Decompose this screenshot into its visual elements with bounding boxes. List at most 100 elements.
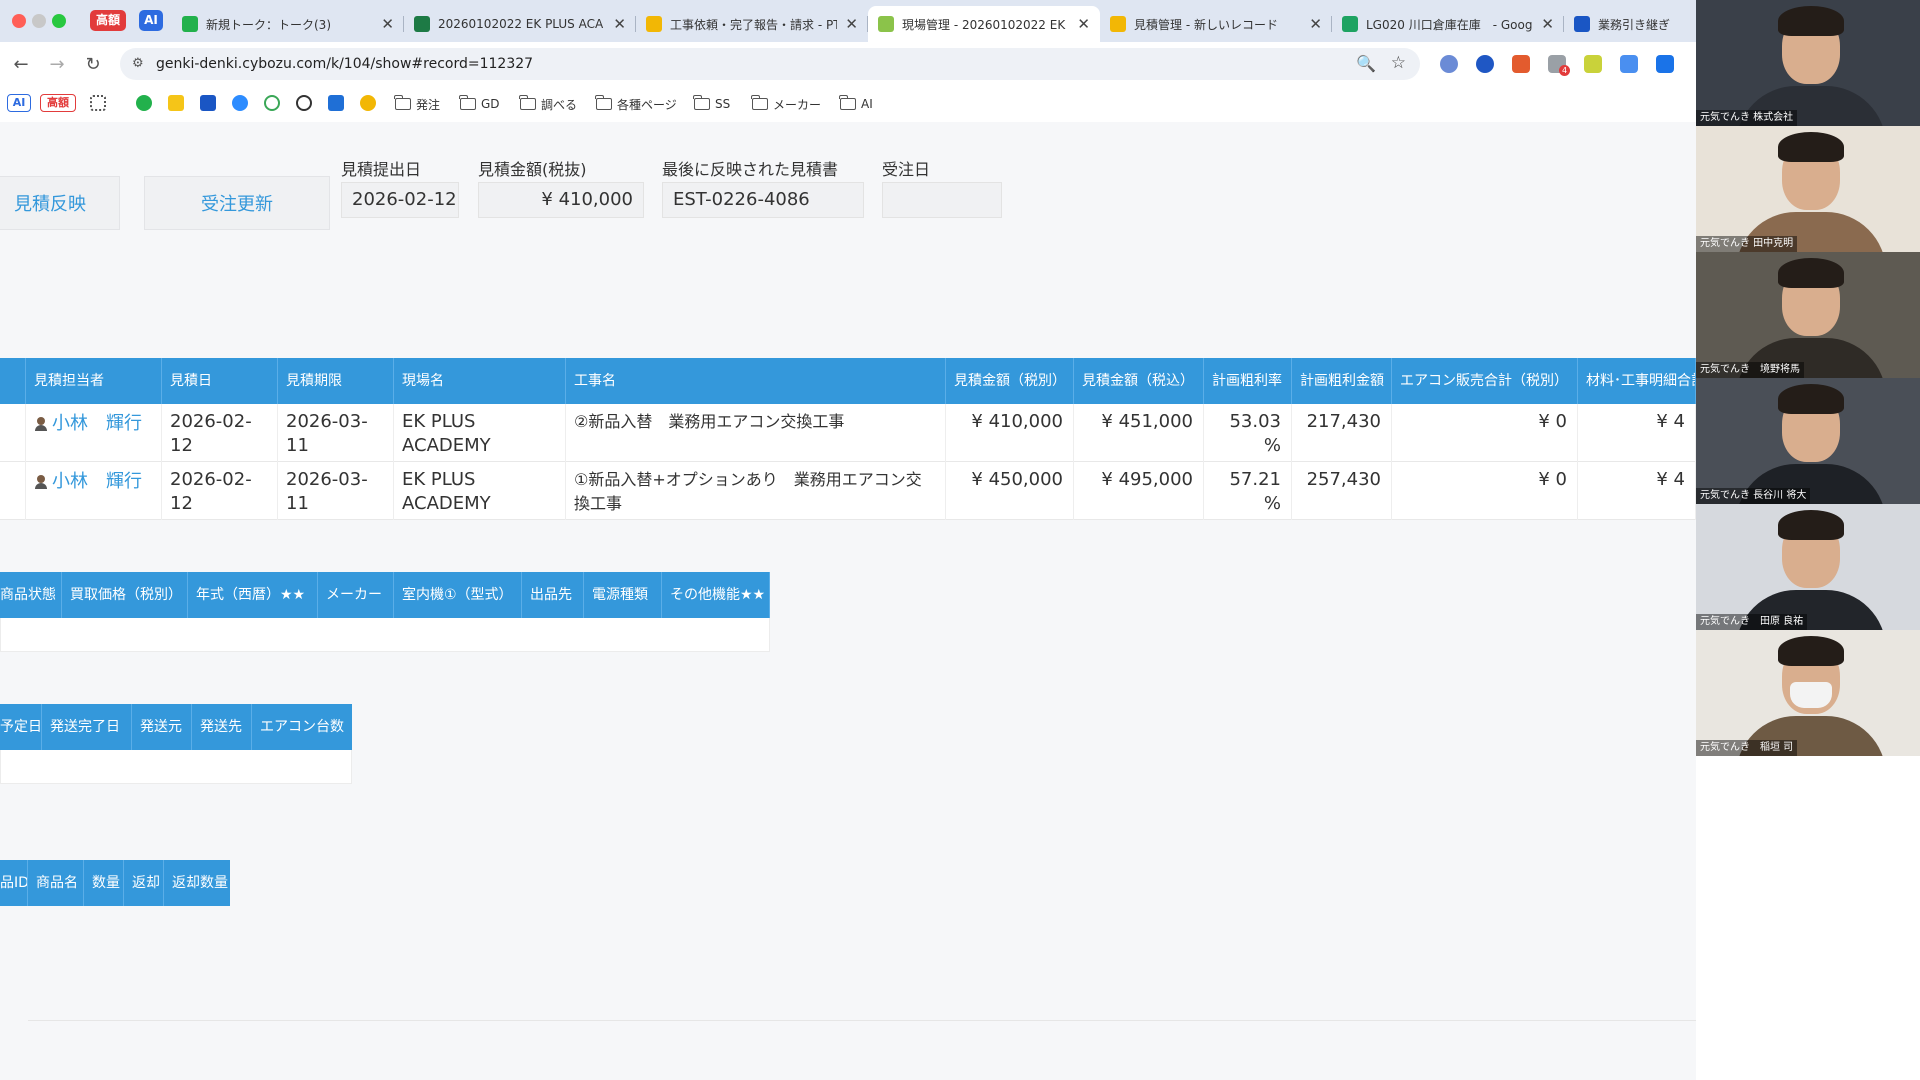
col-aircon-count: エアコン台数 [260,719,344,735]
col-quantity: 数量 [84,860,124,906]
estimate-reflect-button[interactable]: 見積反映 [0,176,120,230]
extension-orange-icon[interactable] [1512,55,1530,73]
bookmark-ai-chip[interactable]: AI [7,94,31,112]
reload-button[interactable]: ↻ [82,54,104,75]
video-tile[interactable]: 元気でんき 境野将馬 [1696,252,1920,378]
close-icon[interactable]: ✕ [1077,15,1090,33]
video-tile[interactable]: 元気でんき 田中克明 [1696,126,1920,252]
close-icon[interactable]: ✕ [1309,15,1322,33]
bookmark-folder-gd[interactable]: GD [459,94,500,114]
bookmark-star-icon[interactable]: ☆ [1391,53,1406,73]
site-name: EK PLUS ACADEMY [394,462,566,520]
kintone-icon [646,16,662,32]
site-name: EK PLUS ACADEMY [394,404,566,462]
tab-handover[interactable]: 業務引き継ぎ [1564,6,1696,42]
close-icon[interactable]: ✕ [613,15,626,33]
bookmark-folder-pages[interactable]: 各種ページ [595,94,677,114]
folder-icon [459,95,476,110]
col-amount-in-tax: 見積金額（税込） [1074,358,1204,404]
dropbox-icon[interactable] [328,95,344,111]
col-ship-complete-date: 発送完了日 [42,704,132,750]
bookmark-folder-ai[interactable]: AI [839,94,873,114]
estimator-link[interactable]: 小林 輝行 [34,412,153,436]
extension-capture-icon[interactable] [1620,55,1638,73]
tab-google-sheets[interactable]: LG020 川口倉庫在庫 - Goog ✕ [1332,6,1564,42]
close-icon[interactable]: ✕ [845,15,858,33]
video-tile[interactable]: 元気でんき 稲垣 司 [1696,630,1920,756]
tab-site-management[interactable]: 現場管理 - 20260102022 EK ✕ [868,6,1100,42]
extension-badge-icon[interactable]: 4 [1548,55,1570,76]
bookmark-folder-ss[interactable]: SS [693,94,730,114]
sheets-icon [1342,16,1358,32]
close-icon[interactable]: ✕ [1541,15,1554,33]
zoom-app-icon[interactable] [232,95,248,111]
col-margin-rate: 計画粗利率 [1204,358,1292,404]
tab-line-talk[interactable]: 新規トーク：トーク(3) ✕ [172,6,404,42]
estimate-amount-value: ¥ 410,000 [478,182,644,218]
last-estimate-value: EST-0226-4086 [662,182,864,218]
bookmark-folder-order[interactable]: 発注 [394,94,440,114]
estimate-submit-date-value: 2026-02-12 [341,182,459,218]
col-return: 返却 [124,860,164,906]
last-estimate-label: 最後に反映された見積書 [662,160,839,179]
extension-panel-icon[interactable] [1656,55,1674,73]
tab-estimate-management[interactable]: 見積管理 - 新しいレコード ✕ [1100,6,1332,42]
bookmark-folder-search[interactable]: 調べる [519,94,577,114]
refresh-app-icon[interactable] [264,95,280,111]
product-table-empty-row [0,618,770,652]
pinned-tab-ai[interactable]: AI [139,10,163,31]
line-icon[interactable] [136,95,152,111]
col-amount-ex-tax: 見積金額（税別） [946,358,1074,404]
user-icon [34,475,48,489]
bookmark-folder-maker[interactable]: メーカー [751,94,821,114]
e-icon[interactable] [296,95,312,111]
table-row[interactable]: 小林 輝行 2026-02-12 2026-03-11 EK PLUS ACAD… [0,462,1696,520]
url-text[interactable]: genki-denki.cybozu.com/k/104/show#record… [156,56,533,72]
video-tile[interactable]: 元気でんき 田原 良祐 [1696,504,1920,630]
amount-ex-tax: ¥ 450,000 [946,462,1074,520]
order-update-button[interactable]: 受注更新 [144,176,330,230]
close-icon[interactable]: ✕ [381,15,394,33]
col-product-state: 商品状態 [0,572,62,618]
close-window-button[interactable] [12,14,26,28]
video-tile[interactable]: 元気でんき 長谷川 将大 [1696,378,1920,504]
video-tile[interactable]: 元気でんき 株式会社 [1696,0,1920,126]
tab-work-request[interactable]: 工事依頼・完了報告・請求 - PT ✕ [636,6,868,42]
extension-blue-icon[interactable] [1476,55,1494,73]
extension-globe-icon[interactable] [1440,55,1458,73]
forward-button[interactable]: → [46,54,68,75]
address-bar[interactable]: ⚙ genki-denki.cybozu.com/k/104/show#reco… [120,48,1420,80]
order-date-value [882,182,1002,218]
site-info-icon[interactable]: ⚙ [132,56,144,71]
tab-excel[interactable]: 20260102022 EK PLUS ACA ✕ [404,6,636,42]
chat-icon[interactable] [168,95,184,111]
estimator-link[interactable]: 小林 輝行 [34,470,153,494]
minimize-window-button[interactable] [32,14,46,28]
participant-hair [1778,258,1844,288]
zoom-icon[interactable]: 🔍 [1356,54,1376,73]
col-work-name: 工事名 [566,358,946,404]
estimate-deadline: 2026-03-11 [278,404,394,462]
google-icon[interactable] [200,95,216,111]
bookmark-high-value-chip[interactable]: 高額 [40,94,76,112]
extension-leaf-icon[interactable] [1584,55,1602,73]
cat-icon[interactable] [360,95,376,111]
maximize-window-button[interactable] [52,14,66,28]
apps-grid-icon[interactable] [90,95,106,111]
col-maker: メーカー [318,572,394,618]
face-mask [1790,682,1832,708]
shipping-table-empty-row [0,750,352,784]
folder-icon [693,95,710,110]
pinned-tab-high-value[interactable]: 高額 [90,10,126,31]
participant-hair [1778,636,1844,666]
video-call-panel: 元気でんき 株式会社 元気でんき 田中克明 元気でんき 境野将馬 元気でんき 長谷川 … [1696,0,1920,1080]
work-name: ②新品入替 業務用エアコン交換工事 [566,404,946,462]
col-ship-from: 発送元 [132,704,192,750]
back-button[interactable]: ← [10,54,32,75]
address-row: ← → ↻ ⚙ genki-denki.cybozu.com/k/104/sho… [0,42,1696,86]
amount-ex-tax: ¥ 410,000 [946,404,1074,462]
google-icon [1574,16,1590,32]
table-row[interactable]: 小林 輝行 2026-02-12 2026-03-11 EK PLUS ACAD… [0,404,1696,462]
participant-hair [1778,6,1844,36]
col-material-total: 材料･工事明細合計 [1578,358,1696,404]
